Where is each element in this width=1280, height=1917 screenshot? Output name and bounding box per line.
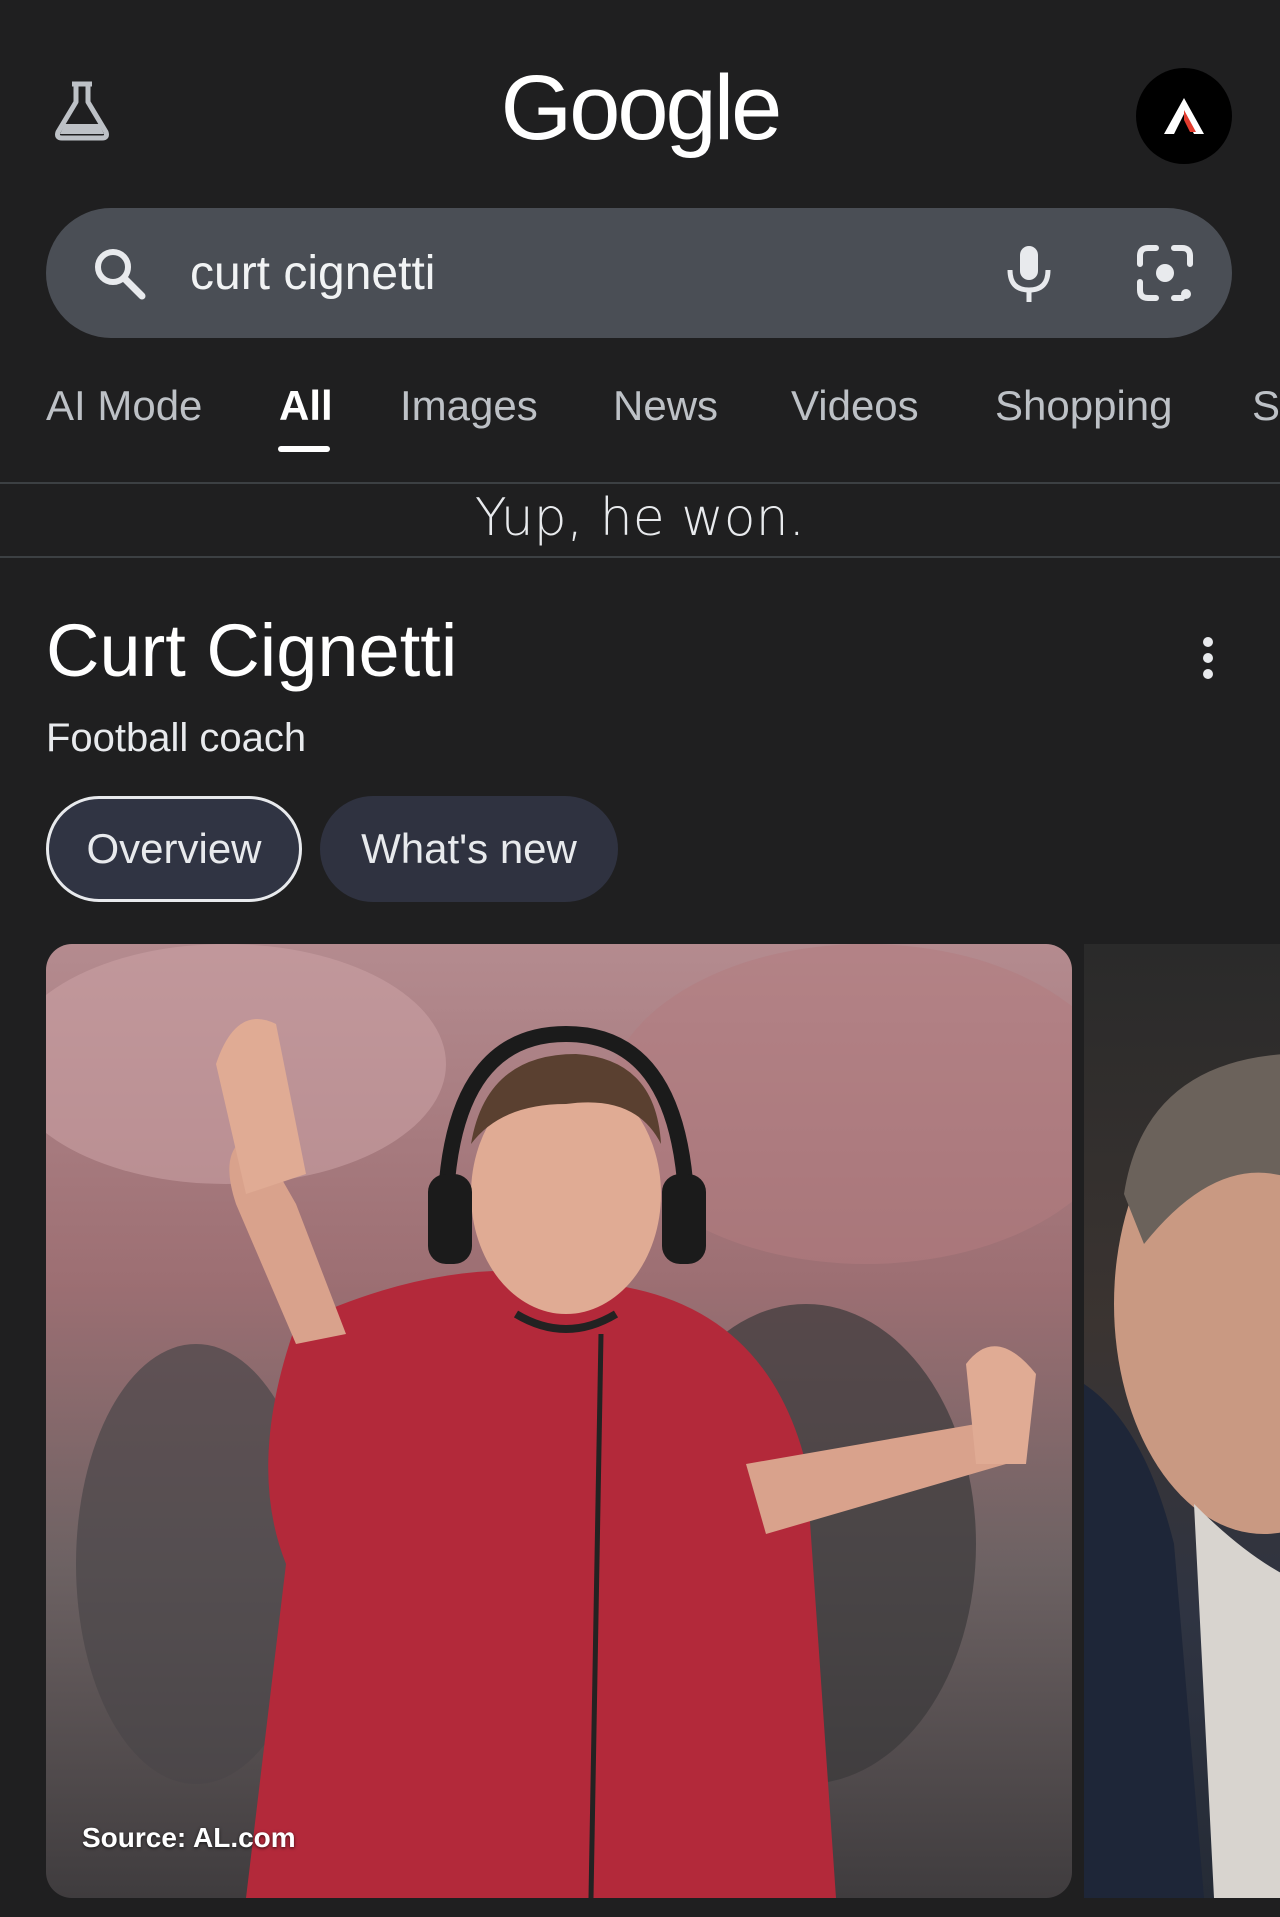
header: Google — [0, 0, 1280, 200]
google-lens-icon[interactable] — [1132, 240, 1198, 306]
caption-text: Yup, he won. — [474, 488, 806, 548]
google-logo[interactable]: Google — [0, 56, 1280, 161]
knowledge-panel-title: Curt Cignetti — [46, 609, 458, 692]
search-input[interactable]: curt cignetti — [190, 246, 435, 301]
second-photo-illustration — [1084, 1054, 1280, 1898]
chip-whats-new[interactable]: What's new — [320, 796, 618, 902]
search-tabs: AI Mode All Images News Videos Shopping … — [0, 372, 1280, 482]
tab-ai-mode[interactable]: AI Mode — [46, 382, 202, 430]
tab-videos[interactable]: Videos — [791, 382, 919, 430]
microphone-icon[interactable] — [996, 240, 1062, 306]
second-coach-photo[interactable] — [1084, 944, 1280, 1898]
search-icon[interactable] — [90, 244, 148, 302]
search-bar[interactable]: curt cignetti — [46, 208, 1232, 338]
tab-images[interactable]: Images — [400, 382, 538, 430]
avatar-logo-icon — [1164, 98, 1204, 134]
more-options-icon[interactable] — [1196, 636, 1220, 680]
coach-photo[interactable]: Source: AL.com — [46, 944, 1072, 1898]
active-tab-indicator — [278, 446, 330, 452]
tab-shopping[interactable]: Shopping — [995, 382, 1173, 430]
tabs-divider — [0, 482, 1280, 484]
tab-all[interactable]: All — [279, 382, 333, 430]
tab-more-partial[interactable]: S — [1252, 382, 1280, 430]
chip-overview[interactable]: Overview — [46, 796, 302, 902]
tab-news[interactable]: News — [613, 382, 718, 430]
caption-divider — [0, 556, 1280, 558]
knowledge-panel-subtitle: Football coach — [46, 716, 307, 760]
image-source-label: Source: AL.com — [82, 1822, 296, 1853]
account-avatar[interactable] — [1136, 68, 1232, 164]
coach-photo-illustration — [46, 944, 1072, 1898]
